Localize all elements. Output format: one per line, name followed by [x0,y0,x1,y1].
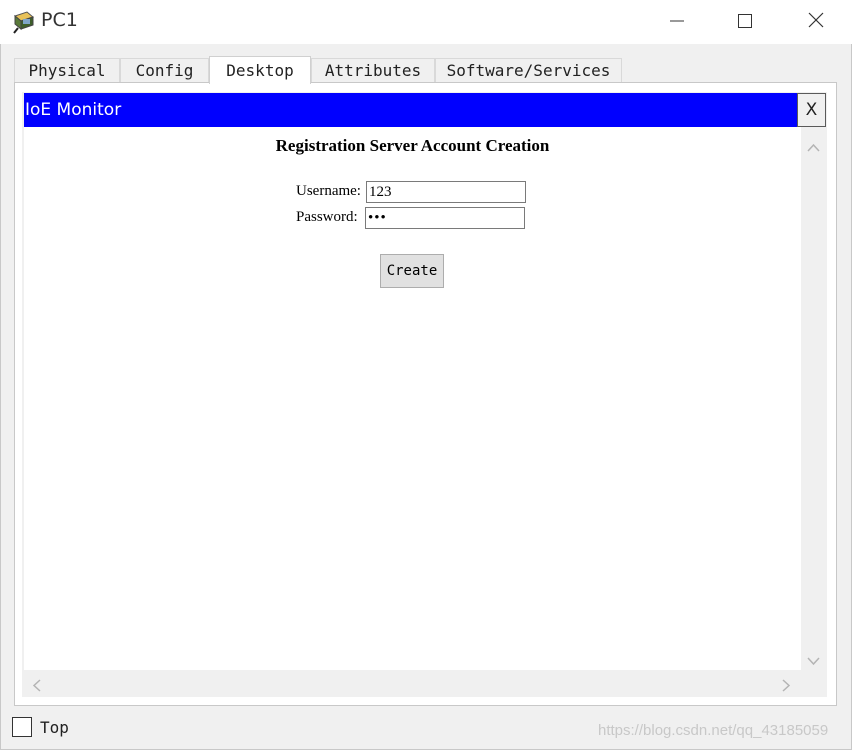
tab-attributes[interactable]: Attributes [311,58,435,82]
minimize-icon [670,13,684,32]
maximize-icon [738,13,752,32]
password-label: Password: [296,209,358,225]
ioe-close-button[interactable]: X [797,93,826,127]
pc-icon [12,10,36,34]
window-title: PC1 [41,9,78,31]
username-label: Username: [296,183,361,199]
maximize-button[interactable] [710,0,780,44]
chevron-up-icon[interactable] [807,137,820,156]
minimize-button[interactable] [642,0,712,44]
chevron-down-icon[interactable] [807,651,820,670]
title-bar: PC1 [0,0,852,44]
vertical-scrollbar[interactable] [801,127,826,670]
watermark: https://blog.csdn.net/qq_43185059 [598,722,829,739]
tab-desktop[interactable]: Desktop [209,56,311,84]
page-title: Registration Server Account Creation [275,136,550,155]
username-input[interactable]: 123 [366,181,526,203]
close-icon [808,12,824,32]
ioe-monitor-header: IoE Monitor [24,93,797,127]
horizontal-scrollbar[interactable] [24,670,801,696]
chevron-right-icon[interactable] [782,677,791,696]
top-label: Top [40,718,69,737]
create-button[interactable]: Create [380,254,444,288]
tab-config[interactable]: Config [120,58,209,82]
close-window-button[interactable] [781,0,851,44]
tab-software-services[interactable]: Software/Services [435,58,622,82]
ioe-content: Registration Server Account Creation Use… [24,127,801,670]
chevron-left-icon[interactable] [32,677,41,696]
tab-physical[interactable]: Physical [14,58,120,82]
password-input[interactable]: ••• [365,207,525,229]
scroll-corner [801,670,826,696]
top-checkbox[interactable] [12,717,32,737]
